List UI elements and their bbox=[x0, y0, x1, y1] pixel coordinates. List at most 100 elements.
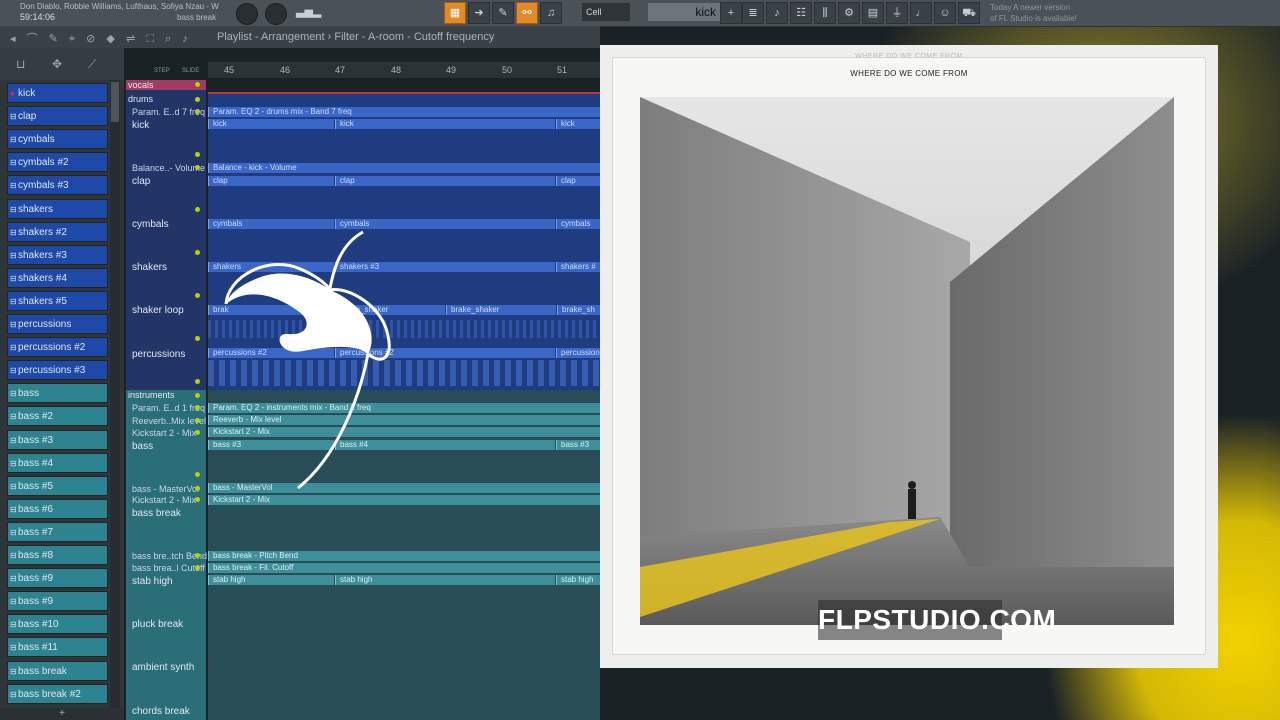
channel-button[interactable]: ⊟ bass #6 bbox=[7, 498, 108, 519]
channel-button[interactable]: ⊟ bass break #2 bbox=[7, 683, 108, 704]
track-status-dot[interactable] bbox=[195, 486, 200, 491]
channel-button[interactable]: ⊟ bass #9 bbox=[7, 591, 108, 612]
channel-button[interactable]: ⊟ shakers bbox=[7, 198, 108, 219]
pattern-clip[interactable]: percussion bbox=[556, 348, 600, 358]
track-status-dot[interactable] bbox=[195, 97, 200, 102]
brush-icon[interactable]: ⟋ bbox=[88, 57, 96, 72]
pattern-clip[interactable]: cymbals bbox=[556, 219, 600, 229]
pattern-clip[interactable]: stab high bbox=[208, 575, 334, 585]
playlist-icon[interactable]: ≣ bbox=[742, 2, 764, 24]
plug-icon[interactable]: ⏚ bbox=[886, 2, 908, 24]
piano-roll-icon[interactable]: ♪ bbox=[766, 2, 788, 24]
channel-button[interactable]: ⊟ cymbals #2 bbox=[7, 152, 108, 173]
channel-button[interactable]: ⊟ bass #8 bbox=[7, 545, 108, 565]
add-channel-button[interactable]: + bbox=[0, 708, 124, 720]
channel-button[interactable]: ⊟ bass break bbox=[7, 660, 108, 681]
track-status-dot[interactable] bbox=[195, 472, 200, 477]
channel-button[interactable]: ⊟ clap bbox=[7, 106, 108, 127]
track-label[interactable]: shaker loop bbox=[132, 305, 184, 316]
track-status-dot[interactable] bbox=[195, 393, 200, 398]
track-status-dot[interactable] bbox=[195, 250, 200, 255]
track-label[interactable]: shakers bbox=[132, 262, 167, 273]
pattern-clip[interactable]: shakers # bbox=[556, 262, 600, 272]
group-vocals[interactable]: vocals bbox=[126, 80, 206, 90]
channel-button[interactable]: ⊟ bass bbox=[7, 383, 108, 404]
track-label[interactable]: ambient synth bbox=[132, 662, 194, 673]
current-channel-select[interactable]: kick bbox=[648, 3, 720, 21]
people-icon[interactable]: ☺ bbox=[934, 2, 956, 24]
pattern-clip[interactable]: stab high bbox=[335, 575, 555, 585]
audio-clip[interactable]: brake_shaker bbox=[446, 305, 556, 315]
track-label[interactable]: chords break bbox=[132, 706, 190, 717]
channel-button[interactable]: ⊟ bass #4 bbox=[7, 452, 108, 473]
pencil-icon[interactable]: ✎ bbox=[492, 2, 514, 24]
pattern-clip[interactable]: stab high bbox=[556, 575, 600, 585]
playlist-tool-icons[interactable]: ◂ ⌒ ✎ ⌖ ⊘ ◆ ⇌ ⛶ ⌕ ♪ bbox=[10, 30, 192, 46]
automation-clip[interactable]: Balance - kick - Volume bbox=[208, 163, 600, 173]
pattern-clip[interactable]: kick bbox=[208, 119, 334, 129]
track-status-dot[interactable] bbox=[195, 82, 200, 87]
channel-button[interactable]: ⊟ bass #5 bbox=[7, 475, 108, 496]
track-status-dot[interactable] bbox=[195, 207, 200, 212]
master-pitch-knob[interactable] bbox=[265, 3, 287, 25]
track-status-dot[interactable] bbox=[195, 418, 200, 423]
channel-button[interactable]: ⊟ shakers #3 bbox=[7, 244, 108, 265]
channel-button[interactable]: ⊟ shakers #2 bbox=[7, 221, 108, 242]
pattern-clip[interactable]: kick bbox=[335, 119, 555, 129]
timeline-ruler[interactable]: 45 46 47 48 49 50 51 bbox=[208, 62, 600, 78]
pattern-song-toggle[interactable]: ▦ bbox=[444, 2, 466, 24]
channel-button[interactable]: ⊟ bass #10 bbox=[7, 614, 108, 635]
track-label[interactable]: bass bbox=[132, 441, 153, 452]
master-volume-knob[interactable] bbox=[236, 3, 258, 25]
move-icon[interactable]: ✥ bbox=[52, 57, 62, 71]
track-status-dot[interactable] bbox=[195, 553, 200, 558]
channel-button[interactable]: ⊟ bass #9 bbox=[7, 568, 108, 589]
news-panel[interactable]: Today A newer version of FL Studio is av… bbox=[990, 2, 1077, 24]
track-status-dot[interactable] bbox=[195, 379, 200, 384]
audio-clip[interactable]: brake_sh bbox=[557, 305, 600, 315]
track-status-dot[interactable] bbox=[195, 565, 200, 570]
channel-button[interactable]: ● kick bbox=[7, 83, 108, 103]
automation-clip[interactable]: bass break - Fil. Cutoff bbox=[208, 563, 600, 573]
pattern-clip[interactable]: bass #3 bbox=[556, 440, 600, 450]
channel-button[interactable]: ⊟ shakers #4 bbox=[7, 267, 108, 288]
pattern-clip[interactable]: kick bbox=[556, 119, 600, 129]
track-status-dot[interactable] bbox=[195, 165, 200, 170]
plus-icon[interactable]: + bbox=[720, 2, 742, 24]
channel-button[interactable]: ⊟ bass #3 bbox=[7, 429, 108, 450]
channel-button[interactable]: ⊟ bass #11 bbox=[7, 637, 108, 658]
track-label[interactable]: bass - MasterVol bbox=[132, 484, 199, 494]
track-label[interactable]: Kickstart 2 - Mix bbox=[132, 428, 196, 438]
track-label[interactable]: clap bbox=[132, 176, 150, 187]
track-status-dot[interactable] bbox=[195, 497, 200, 502]
track-label[interactable]: percussions bbox=[132, 349, 185, 360]
channel-rack-icon[interactable]: ☷ bbox=[790, 2, 812, 24]
arrow-right-icon[interactable]: ➜ bbox=[468, 2, 490, 24]
pattern-clip[interactable]: clap bbox=[335, 176, 555, 186]
track-label[interactable]: kick bbox=[132, 120, 149, 131]
track-status-dot[interactable] bbox=[195, 152, 200, 157]
track-label[interactable]: pluck break bbox=[132, 619, 183, 630]
scrollbar-thumb[interactable] bbox=[111, 82, 119, 122]
snap-mode-select[interactable]: Cell bbox=[582, 3, 630, 21]
channel-button[interactable]: ⊟ cymbals bbox=[7, 129, 108, 150]
track-status-dot[interactable] bbox=[195, 405, 200, 410]
cart-icon[interactable]: ⛟ bbox=[958, 2, 980, 24]
track-status-dot[interactable] bbox=[195, 293, 200, 298]
channel-button[interactable]: ⊟ shakers #5 bbox=[7, 290, 108, 311]
channel-button[interactable]: ⊟ cymbals #3 bbox=[7, 175, 108, 196]
track-label[interactable]: stab high bbox=[132, 576, 173, 587]
channel-scrollbar[interactable] bbox=[110, 80, 120, 708]
pattern-clip[interactable]: clap bbox=[208, 176, 334, 186]
channel-button[interactable]: ⊟ percussions #2 bbox=[7, 337, 108, 358]
pattern-clip[interactable]: clap bbox=[556, 176, 600, 186]
channel-button[interactable]: ⊟ bass #2 bbox=[7, 406, 108, 427]
link-icon[interactable]: ⚯ bbox=[516, 2, 538, 24]
magnet-icon[interactable]: ⊔ bbox=[16, 57, 25, 71]
mixer-icon[interactable]: ⫼ bbox=[814, 2, 836, 24]
automation-clip[interactable]: bass break - Pitch Bend bbox=[208, 551, 600, 561]
channel-button[interactable]: ⊟ percussions bbox=[7, 314, 108, 334]
track-label[interactable]: Kickstart 2 - Mix bbox=[132, 495, 196, 505]
track-label[interactable]: bass break bbox=[132, 508, 181, 519]
plugin-icon[interactable]: ⚙ bbox=[838, 2, 860, 24]
